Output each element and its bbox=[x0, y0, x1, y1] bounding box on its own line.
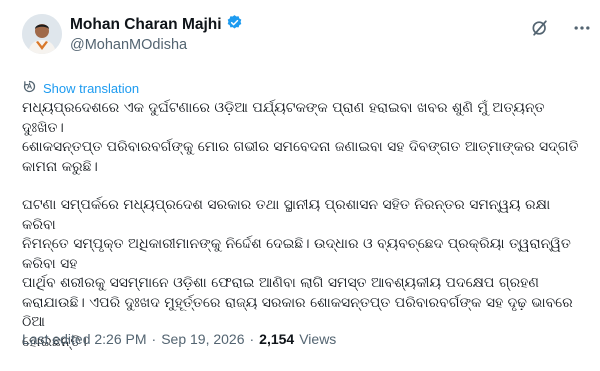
post-actions bbox=[530, 18, 592, 38]
more-icon[interactable] bbox=[572, 18, 592, 38]
meta-separator: · bbox=[249, 331, 255, 347]
author-name-row: Mohan Charan Majhi bbox=[70, 14, 243, 35]
post-date[interactable]: Sep 19, 2026 bbox=[161, 331, 244, 347]
translate-icon bbox=[22, 79, 37, 97]
meta-separator: · bbox=[151, 331, 157, 347]
author-handle[interactable]: @MohanMOdisha bbox=[70, 37, 187, 53]
post-meta: Last edited 2:26 PM · Sep 19, 2026 · 2,1… bbox=[22, 331, 336, 347]
post-paragraph: ଘଟଣା ସମ୍ପର୍କରେ ମଧ୍ୟପ୍ରଦେଶ ସରକାର ତଥା ସ୍ଥା… bbox=[22, 197, 573, 350]
show-translation-link[interactable]: Show translation bbox=[22, 79, 139, 97]
verified-badge-icon bbox=[226, 14, 243, 35]
views-label: Views bbox=[299, 331, 337, 347]
grok-icon[interactable] bbox=[530, 18, 550, 38]
author-name[interactable]: Mohan Charan Majhi bbox=[70, 16, 222, 34]
post-paragraph: ମଧ୍ୟପ୍ରଦେଶରେ ଏକ ଦୁର୍ଘଟଣାରେ ଓଡ଼ିଆ ପର୍ଯ୍ୟଟ… bbox=[22, 100, 579, 175]
views-count: 2,154 bbox=[259, 331, 295, 347]
show-translation-label: Show translation bbox=[43, 80, 140, 96]
edited-timestamp[interactable]: Last edited 2:26 PM bbox=[22, 331, 147, 347]
avatar[interactable] bbox=[22, 14, 62, 54]
